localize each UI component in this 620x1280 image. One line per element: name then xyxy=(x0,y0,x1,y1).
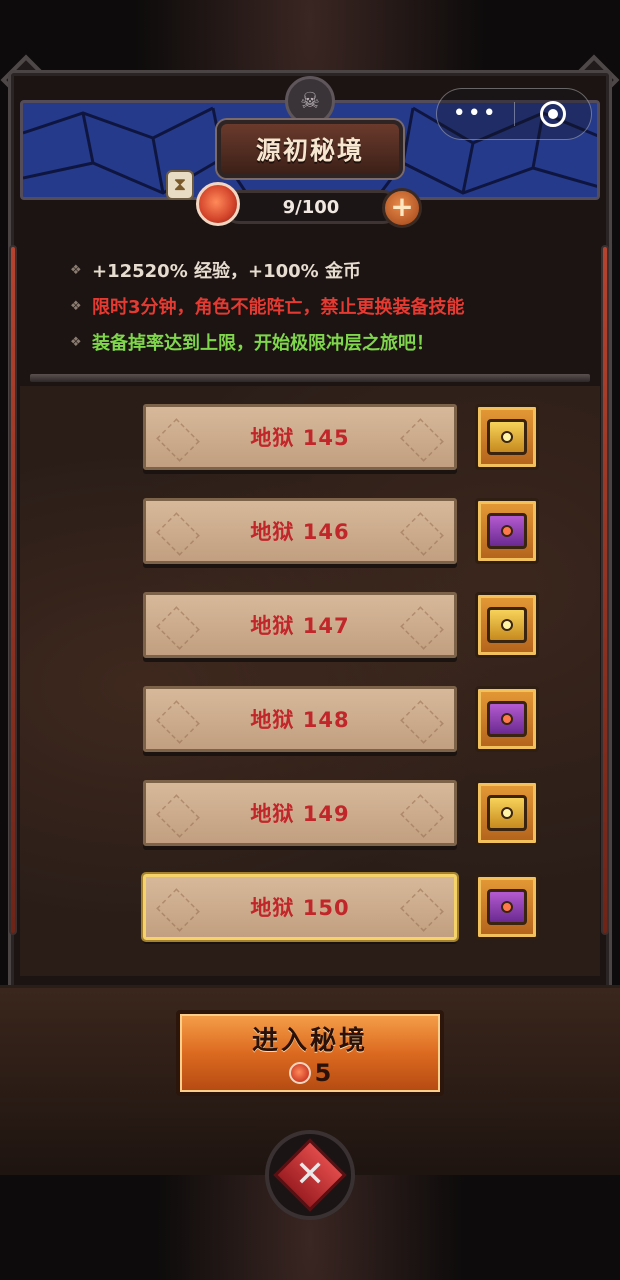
level-button-146[interactable]: 地狱 146 xyxy=(143,498,457,564)
level-row: 地狱 150 xyxy=(20,874,600,944)
frame-side-bar xyxy=(9,245,17,935)
level-row: 地狱 148 xyxy=(20,686,600,756)
gold-chest-icon[interactable] xyxy=(475,404,539,470)
purple-chest-icon[interactable] xyxy=(475,686,539,752)
page-title: 源初秘境 xyxy=(255,136,364,165)
skull-emblem-icon: ☠ xyxy=(285,76,335,126)
level-button-149[interactable]: 地狱 149 xyxy=(143,780,457,846)
level-row: 地狱 149 xyxy=(20,780,600,850)
bullet-icon: ❖ xyxy=(70,334,82,350)
hourglass-icon: ⧗ xyxy=(166,170,194,200)
enter-dungeon-button[interactable]: 进入秘境 5 xyxy=(176,1010,444,1096)
gold-chest-icon[interactable] xyxy=(475,780,539,846)
add-stamina-button[interactable]: + xyxy=(382,188,422,228)
close-icon: ✕ xyxy=(273,1138,347,1212)
gold-chest-icon[interactable] xyxy=(475,592,539,658)
meat-stamina-icon xyxy=(196,182,240,226)
more-menu-button[interactable]: ••• xyxy=(437,88,514,140)
section-divider xyxy=(30,374,590,382)
level-list: 地狱 145 地狱 146 地狱 147 地狱 148 地狱 149 地狱 15… xyxy=(20,386,600,976)
entry-cost: 5 xyxy=(288,1059,331,1087)
purple-chest-icon[interactable] xyxy=(475,498,539,564)
bullet-icon: ❖ xyxy=(70,262,82,278)
mini-program-capsule: ••• xyxy=(436,88,592,140)
target-icon xyxy=(539,101,566,127)
title-plate: 源初秘境 xyxy=(217,120,403,178)
level-button-150[interactable]: 地狱 150 xyxy=(143,874,457,940)
level-row: 地狱 147 xyxy=(20,592,600,662)
info-line-bonus: ❖ +12520% 经验，+100% 金币 xyxy=(70,261,361,282)
level-button-147[interactable]: 地狱 147 xyxy=(143,592,457,658)
level-button-145[interactable]: 地狱 145 xyxy=(143,404,457,470)
dungeon-info: ❖ +12520% 经验，+100% 金币 ❖ 限时3分钟，角色不能阵亡，禁止更… xyxy=(70,252,590,360)
close-miniprogram-button[interactable] xyxy=(515,101,592,127)
level-button-148[interactable]: 地狱 148 xyxy=(143,686,457,752)
frame-side-bar xyxy=(601,245,609,935)
close-button[interactable]: ✕ xyxy=(265,1130,355,1220)
info-line-rules: ❖ 限时3分钟，角色不能阵亡，禁止更换装备技能 xyxy=(70,297,465,318)
bullet-icon: ❖ xyxy=(70,298,82,314)
purple-chest-icon[interactable] xyxy=(475,874,539,940)
info-line-droprate: ❖ 装备掉率达到上限，开始极限冲层之旅吧！ xyxy=(70,333,434,354)
level-row: 地狱 146 xyxy=(20,498,600,568)
meat-cost-icon xyxy=(288,1061,311,1084)
stamina-counter: 9/100 xyxy=(222,190,400,224)
level-row: 地狱 145 xyxy=(20,404,600,474)
